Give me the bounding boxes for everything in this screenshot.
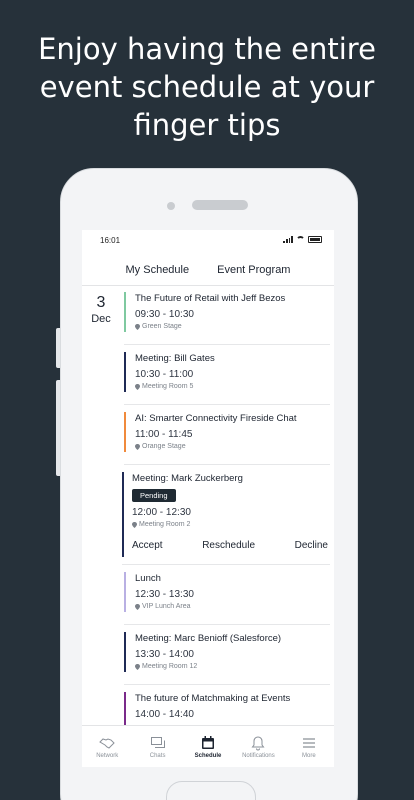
bell-icon [251,735,265,750]
event-time: 13:30 - 14:00 [135,649,194,660]
signal-icon [283,236,293,243]
headline-line-1: Enjoy having the entire [38,32,376,66]
chat-icon [150,736,165,748]
bottom-navigation: Network Chats Schedule Notifications Mor… [82,725,334,767]
event-item[interactable]: Meeting: Bill Gates 10:30 - 11:00 Meetin… [124,352,330,405]
event-time: 10:30 - 11:00 [135,369,194,380]
event-title: Meeting: Mark Zuckerberg [132,473,243,484]
location-pin-icon [135,604,140,610]
location-pin-icon [135,384,140,390]
event-item[interactable]: AI: Smarter Connectivity Fireside Chat 1… [124,412,330,465]
tab-event-program[interactable]: Event Program [217,264,290,276]
event-color-bar [124,352,126,392]
event-color-bar [124,292,126,332]
event-location: Meeting Room 12 [135,662,330,672]
tab-my-schedule[interactable]: My Schedule [126,264,190,276]
speaker [192,200,248,210]
wifi-icon [296,236,305,243]
status-bar: 16:01 [82,230,334,252]
event-title: Lunch [135,573,161,584]
nav-schedule[interactable]: Schedule [183,726,233,767]
event-item[interactable]: Lunch 12:30 - 13:30 VIP Lunch Area [124,572,330,625]
location-pin-icon [135,664,140,670]
nav-network[interactable]: Network [82,726,132,767]
event-item[interactable]: Meeting: Marc Benioff (Salesforce) 13:30… [124,632,330,685]
nav-more[interactable]: More [284,726,334,767]
event-color-bar [122,472,124,557]
event-location: Meeting Room 2 [132,520,330,530]
battery-icon [308,236,322,243]
handshake-icon [99,737,115,749]
reschedule-button[interactable]: Reschedule [202,540,255,551]
date-day: 3 [96,294,106,311]
event-location: Green Stage [135,322,330,332]
event-title: The Future of Retail with Jeff Bezos [135,293,286,304]
event-location: Orange Stage [135,442,330,452]
event-color-bar [124,412,126,452]
event-title: Meeting: Marc Benioff (Salesforce) [135,633,282,644]
nav-chats[interactable]: Chats [132,726,182,767]
event-time: 12:30 - 13:30 [135,589,194,600]
camera [167,202,175,210]
event-time: 12:00 - 12:30 [132,507,191,518]
event-location: VIP Lunch Area [135,602,330,612]
home-button [166,781,256,800]
event-item[interactable]: The Future of Retail with Jeff Bezos 09:… [124,292,330,345]
event-time: 11:00 - 11:45 [135,429,193,440]
app-screen: 16:01 My Schedule Event Program 3 Dec Th… [82,230,334,767]
status-time: 16:01 [100,236,121,245]
event-color-bar [124,632,126,672]
event-color-bar [124,572,126,612]
event-list: 3 Dec The Future of Retail with Jeff Bez… [82,286,334,747]
pending-badge: Pending [132,489,176,502]
meeting-actions: Accept Reschedule Decline [122,530,330,551]
headline-line-2: event schedule at your [39,70,375,104]
event-title: Meeting: Bill Gates [135,353,215,364]
location-pin-icon [132,522,137,528]
date-label: 3 Dec [90,294,112,326]
status-icons [283,236,322,243]
schedule-tabs: My Schedule Event Program [82,252,334,286]
location-pin-icon [135,324,140,330]
date-month: Dec [91,313,111,325]
menu-icon [302,737,315,748]
event-title: AI: Smarter Connectivity Fireside Chat [135,413,297,424]
location-pin-icon [135,444,140,450]
event-time: 09:30 - 10:30 [135,309,194,320]
nav-notifications[interactable]: Notifications [233,726,283,767]
decline-button[interactable]: Decline [295,540,328,551]
accept-button[interactable]: Accept [132,540,163,551]
event-location: Meeting Room 5 [135,382,330,392]
event-item-pending[interactable]: Meeting: Mark Zuckerberg Pending 12:00 -… [122,472,330,565]
event-time: 14:00 - 14:40 [135,709,194,720]
headline-line-3: finger tips [133,108,281,142]
calendar-icon [202,735,215,749]
headline: Enjoy having the entire event schedule a… [0,30,414,144]
event-title: The future of Matchmaking at Events [135,693,291,704]
